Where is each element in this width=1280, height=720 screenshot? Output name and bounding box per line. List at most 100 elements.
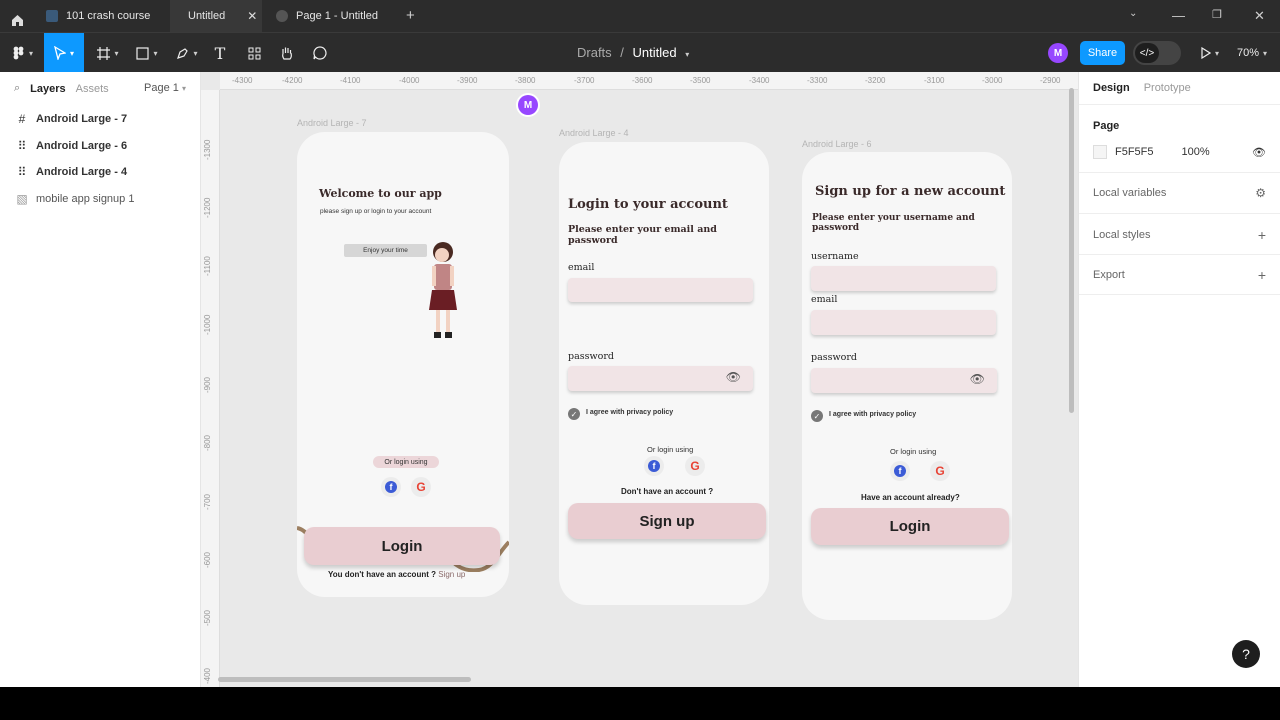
username-field[interactable] — [811, 266, 996, 291]
collaborator-avatar[interactable]: M — [518, 95, 538, 115]
minimize-icon[interactable]: — — [1172, 8, 1185, 23]
frame-label-android-large-7[interactable]: Android Large - 7 — [297, 118, 367, 128]
pen-tool-icon[interactable]: ▾ — [172, 33, 202, 73]
login-button-label: Login — [889, 518, 931, 535]
export-row[interactable]: Export + — [1093, 267, 1266, 283]
zoom-menu[interactable]: 70% ▾ — [1232, 33, 1272, 73]
text-tool-icon[interactable]: T — [210, 33, 230, 73]
frame-label-android-large-6[interactable]: Android Large - 6 — [802, 139, 872, 149]
color-swatch[interactable] — [1093, 145, 1107, 159]
rectangle-tool-icon[interactable]: ▾ — [132, 33, 162, 73]
divider — [1079, 213, 1280, 214]
move-tool-icon[interactable]: ▾ — [44, 33, 84, 73]
frame-android-large-6[interactable]: Sign up for a new account Please enter y… — [802, 152, 1012, 620]
page-color-hex[interactable]: F5F5F5 — [1115, 146, 1154, 158]
password-field[interactable]: 👁 — [811, 368, 997, 393]
page-color-row[interactable]: F5F5F5 100% 👁 — [1093, 145, 1266, 159]
close-window-icon[interactable]: ✕ — [1254, 8, 1265, 24]
add-icon[interactable]: + — [1258, 267, 1266, 283]
main-menu-icon[interactable]: ▾ — [8, 33, 38, 73]
hand-tool-icon[interactable] — [277, 33, 297, 73]
google-icon: G — [935, 464, 945, 478]
tab-label: 101 crash course — [66, 10, 151, 22]
facebook-login-button[interactable]: f — [644, 456, 664, 476]
export-label: Export — [1093, 269, 1125, 281]
google-login-button[interactable]: G — [411, 477, 431, 497]
google-icon: G — [416, 480, 426, 494]
right-panel-tabs: Design Prototype — [1093, 82, 1266, 94]
ruler-left: -1300 -1200 -1100 -1000 -900 -800 -700 -… — [201, 90, 220, 687]
search-icon[interactable]: ⌕ — [14, 82, 20, 95]
frame-label-android-large-4[interactable]: Android Large - 4 — [559, 128, 629, 138]
tab-prototype[interactable]: Prototype — [1144, 82, 1191, 94]
or-login-text: Or login using — [384, 458, 428, 466]
frame-android-large-4[interactable]: Login to your account Please enter your … — [559, 142, 769, 605]
components-icon[interactable] — [244, 33, 264, 73]
facebook-login-button[interactable]: f — [381, 477, 401, 497]
google-login-button[interactable]: G — [685, 456, 705, 476]
chevron-down-icon[interactable]: ▾ — [685, 50, 689, 59]
new-tab-icon[interactable]: + — [406, 7, 415, 24]
tab-layers[interactable]: Layers — [30, 83, 65, 95]
comment-tool-icon[interactable] — [310, 33, 330, 73]
layer-label: Android Large - 7 — [36, 113, 128, 125]
restore-icon[interactable]: ❐ — [1212, 8, 1222, 21]
tab-untitled[interactable]: Untitled ✕ — [170, 0, 262, 32]
or-login-text: Or login using — [647, 445, 694, 454]
canvas[interactable]: -4300 -4200 -4100 -4000 -3900 -3800 -370… — [201, 72, 1078, 687]
ruler-tick: -2900 — [1040, 76, 1061, 85]
tab-assets[interactable]: Assets — [76, 83, 109, 95]
frame-tool-icon[interactable]: ▾ — [92, 33, 124, 73]
tab-design[interactable]: Design — [1093, 82, 1130, 94]
email-field[interactable] — [568, 278, 753, 302]
password-field[interactable]: 👁 — [568, 366, 753, 391]
dev-mode-toggle[interactable]: </> — [1133, 41, 1181, 65]
eye-icon[interactable]: 👁 — [1252, 146, 1266, 159]
file-name[interactable]: Untitled — [633, 45, 677, 60]
add-icon[interactable]: + — [1258, 227, 1266, 243]
local-styles-row[interactable]: Local styles + — [1093, 227, 1266, 243]
horizontal-scrollbar[interactable] — [218, 677, 471, 682]
ruler-tick: -4200 — [282, 76, 303, 85]
checkmark-icon[interactable]: ✓ — [811, 410, 823, 422]
page-opacity[interactable]: 100% — [1182, 146, 1210, 158]
chevron-down-icon: ▾ — [181, 84, 186, 93]
question-icon: ? — [1242, 646, 1250, 662]
drafts-link[interactable]: Drafts — [577, 45, 612, 60]
close-tab-icon[interactable]: ✕ — [247, 9, 257, 23]
ruler-tick: -3300 — [807, 76, 828, 85]
layer-android-large-7[interactable]: # Android Large - 7 — [16, 106, 127, 132]
checkmark-icon[interactable]: ✓ — [568, 408, 580, 420]
login-button[interactable]: Login — [304, 527, 500, 565]
ruler-tick: -1300 — [203, 139, 212, 160]
tab-crash-course[interactable]: 101 crash course — [36, 0, 168, 32]
variables-icon[interactable]: ⚙ — [1255, 186, 1266, 200]
or-login-text: Or login using — [890, 447, 937, 456]
email-field[interactable] — [811, 310, 996, 335]
local-variables-row[interactable]: Local variables ⚙ — [1093, 186, 1266, 200]
chevron-down-icon[interactable]: ⌄ — [1129, 8, 1137, 19]
login-button[interactable]: Login — [811, 508, 1009, 545]
signup-link[interactable]: Sign up — [438, 570, 465, 579]
ruler-tick: -1000 — [203, 314, 212, 335]
layer-mobile-app-signup[interactable]: ▧ mobile app signup 1 — [16, 186, 134, 212]
frame-android-large-7[interactable]: Welcome to our app please sign up or log… — [297, 132, 509, 597]
signup-button[interactable]: Sign up — [568, 503, 766, 539]
ruler-tick: -4000 — [399, 76, 420, 85]
facebook-login-button[interactable]: f — [890, 461, 910, 481]
eye-icon[interactable]: 👁 — [726, 370, 741, 384]
share-button[interactable]: Share — [1080, 41, 1125, 65]
signup-subtitle: Please enter your username and password — [812, 213, 975, 233]
present-icon[interactable]: ▾ — [1196, 33, 1224, 73]
layer-android-large-6[interactable]: ⠿ Android Large - 6 — [16, 133, 127, 159]
layer-android-large-4[interactable]: ⠿ Android Large - 4 — [16, 159, 127, 185]
login-button-label: Login — [381, 537, 423, 555]
page-selector[interactable]: Page 1 ▾ — [144, 82, 186, 94]
help-button[interactable]: ? — [1232, 640, 1260, 668]
layer-label: mobile app signup 1 — [36, 193, 135, 205]
vertical-scrollbar[interactable] — [1069, 88, 1074, 413]
avatar[interactable]: M — [1048, 43, 1068, 63]
google-login-button[interactable]: G — [930, 461, 950, 481]
eye-icon[interactable]: 👁 — [970, 372, 985, 386]
tab-prototype-page[interactable]: Page 1 - Untitled — [266, 0, 396, 32]
